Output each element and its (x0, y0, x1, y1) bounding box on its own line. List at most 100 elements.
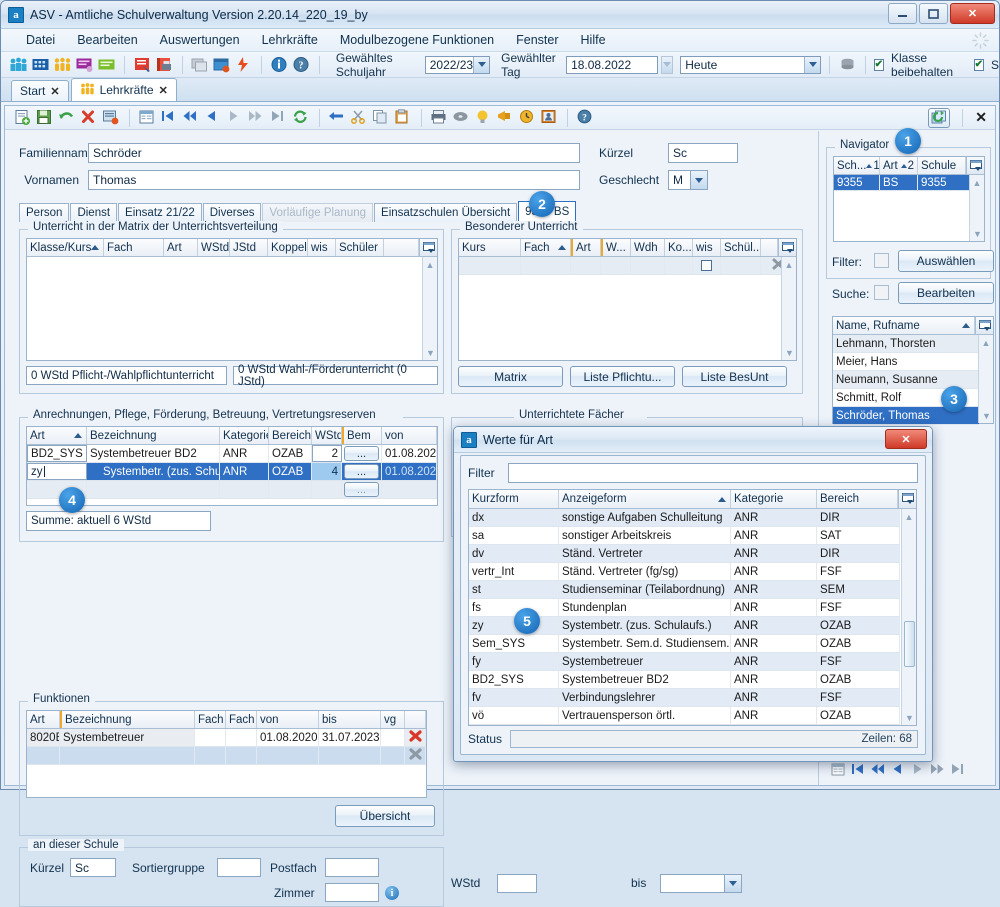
schule-kuerzel-input[interactable]: Sc (70, 858, 116, 877)
tag-input[interactable] (566, 55, 659, 74)
column-chooser-icon[interactable] (966, 157, 984, 174)
wis-checkbox[interactable] (701, 260, 712, 271)
liste-besunt-button[interactable]: Liste BesUnt (682, 366, 787, 387)
bearbeiten-button[interactable]: Bearbeiten (898, 282, 994, 304)
menu-item-auswertungen[interactable]: Auswertungen (149, 30, 251, 50)
klasse-beibehalten-checkbox[interactable]: ✔ (873, 58, 885, 71)
list-item[interactable]: Lehmann, Thorsten (833, 335, 979, 353)
postfach-input[interactable] (325, 858, 379, 877)
geschlecht-combo[interactable]: M (668, 170, 708, 190)
auswaehlen-button[interactable]: Auswählen (898, 250, 994, 272)
table-row[interactable]: fv Verbindungslehrer ANR FSF (469, 689, 900, 707)
bem-button[interactable]: ... (344, 446, 379, 461)
info-icon[interactable] (270, 56, 289, 74)
table-row[interactable]: BD2_SYS Systembetreuer BD2 ANR OZAB (469, 671, 900, 689)
menu-item-modulbezogene-funktionen[interactable]: Modulbezogene Funktionen (329, 30, 505, 50)
matrix-button[interactable]: Matrix (458, 366, 563, 387)
table-row[interactable]: vertr_Int Ständ. Vertreter (fg/sg) ANR FSF (469, 563, 900, 581)
scroll-down-icon[interactable]: ▼ (979, 408, 994, 423)
table-row[interactable] (27, 747, 426, 765)
table-row[interactable]: ... (27, 481, 437, 499)
column-chooser-icon[interactable] (898, 490, 916, 508)
table-row[interactable]: dx sonstige Aufgaben Schulleitung ANR DIR (469, 509, 900, 527)
help-circle-icon[interactable]: ? (576, 109, 595, 127)
close-icon[interactable]: ✕ (159, 84, 168, 97)
maximize-button[interactable] (919, 3, 948, 24)
new-record-icon[interactable] (14, 109, 33, 127)
subtab-einsatzschulen-uebersicht[interactable]: Einsatzschulen Übersicht (374, 203, 518, 222)
close-button[interactable]: ✕ (950, 3, 995, 24)
help-icon[interactable]: ? (292, 56, 311, 74)
scrollbar-thumb[interactable] (904, 621, 915, 667)
scroll-up-icon[interactable]: ▲ (970, 175, 984, 190)
filter-checkbox[interactable] (874, 253, 889, 268)
save-icon[interactable] (36, 109, 55, 127)
table-row[interactable]: Sem_SYS Systembetr. Sem.d. Studiensem. ANR… (469, 635, 900, 653)
subtab-diverses[interactable]: Diverses (202, 203, 262, 222)
menu-item-hilfe[interactable]: Hilfe (570, 30, 617, 50)
bem-button[interactable]: ... (344, 482, 379, 497)
navigator-scrollbar[interactable]: ▲ ▼ (969, 175, 984, 241)
suche-checkbox[interactable] (874, 285, 889, 300)
scroll-down-icon[interactable]: ▼ (902, 710, 917, 725)
list-view-icon[interactable] (138, 109, 157, 127)
cell-wstd[interactable]: 2 (312, 445, 342, 462)
sortiergruppe-input[interactable] (217, 858, 261, 877)
liste-pflicht-button[interactable]: Liste Pflichtu... (570, 366, 675, 387)
teachers-group-icon[interactable] (53, 56, 72, 74)
chevron-down-icon[interactable] (724, 873, 743, 893)
lightning-icon[interactable] (234, 56, 253, 74)
menu-item-datei[interactable]: Datei (15, 30, 66, 50)
clock-icon[interactable] (518, 109, 537, 127)
delete-row-icon[interactable] (408, 730, 422, 745)
scroll-up-icon[interactable]: ▲ (979, 335, 993, 350)
previous-record-icon[interactable] (204, 109, 223, 127)
schuljahr-combo[interactable]: 2022/23 (424, 55, 491, 74)
familienname-input[interactable]: Schröder (88, 143, 580, 163)
column-chooser-icon[interactable] (778, 239, 796, 256)
fast-back-icon[interactable] (869, 761, 886, 777)
column-chooser-icon[interactable] (975, 317, 993, 334)
close-view-icon[interactable]: ✕ (975, 109, 987, 126)
kuerzel-input[interactable]: Sc (668, 143, 738, 163)
scroll-up-icon[interactable]: ▲ (902, 509, 916, 524)
cut-icon[interactable] (350, 109, 369, 127)
subtab-dienst[interactable]: Dienst (70, 203, 118, 222)
subtab-einsatz[interactable]: Einsatz 21/22 (118, 203, 202, 222)
zeitraum-combo[interactable]: Heute (680, 55, 822, 74)
close-icon[interactable]: ✕ (50, 85, 59, 98)
cell-fach-2[interactable] (226, 729, 257, 746)
tab-start[interactable]: Start ✕ (11, 80, 69, 101)
table-row[interactable]: BD2_SYS Systembetreuer BD2 ANR OZAB 2 ..… (27, 445, 437, 463)
table-row[interactable]: 8020B Systembetreuer 01.08.2020 31.07.20… (27, 729, 426, 747)
first-record-icon[interactable] (849, 761, 866, 777)
table-row[interactable]: vö Vertrauensperson örtl. ANR OZAB (469, 707, 900, 725)
disc-icon[interactable] (452, 109, 471, 127)
report-red-icon[interactable] (133, 56, 152, 74)
scroll-up-icon[interactable]: ▲ (423, 257, 437, 272)
werte-scrollbar[interactable]: ▲ ▼ (901, 509, 916, 725)
menu-item-lehrkraefte[interactable]: Lehrkräfte (251, 30, 329, 50)
s-checkbox[interactable]: ✔ (973, 58, 984, 71)
print-report-icon[interactable] (155, 56, 174, 74)
students-group-icon[interactable] (9, 56, 28, 74)
table-row[interactable]: sa sonstiger Arbeitskreis ANR SAT (469, 527, 900, 545)
scroll-down-icon[interactable]: ▼ (970, 226, 985, 241)
list-view-icon[interactable] (829, 761, 846, 777)
bis-combo[interactable] (660, 873, 743, 893)
chevron-down-icon[interactable] (690, 170, 708, 190)
scroll-down-icon[interactable]: ▼ (782, 345, 797, 360)
first-record-icon[interactable] (160, 109, 179, 127)
purple-form-icon[interactable] (75, 56, 94, 74)
vornamen-input[interactable]: Thomas (88, 170, 580, 190)
megaphone-icon[interactable] (496, 109, 515, 127)
close-window-icon[interactable] (212, 56, 231, 74)
menu-item-fenster[interactable]: Fenster (505, 30, 569, 50)
table-row[interactable]: fy Systembetreuer ANR FSF (469, 653, 900, 671)
copy-icon[interactable] (372, 109, 391, 127)
cell-bis[interactable]: 31.07.2023 (319, 729, 381, 746)
cell-art-editing[interactable]: zy i (27, 463, 87, 480)
filter-input[interactable] (508, 463, 918, 483)
scroll-up-icon[interactable]: ▲ (782, 257, 796, 272)
duplicate-record-icon[interactable] (928, 107, 951, 128)
